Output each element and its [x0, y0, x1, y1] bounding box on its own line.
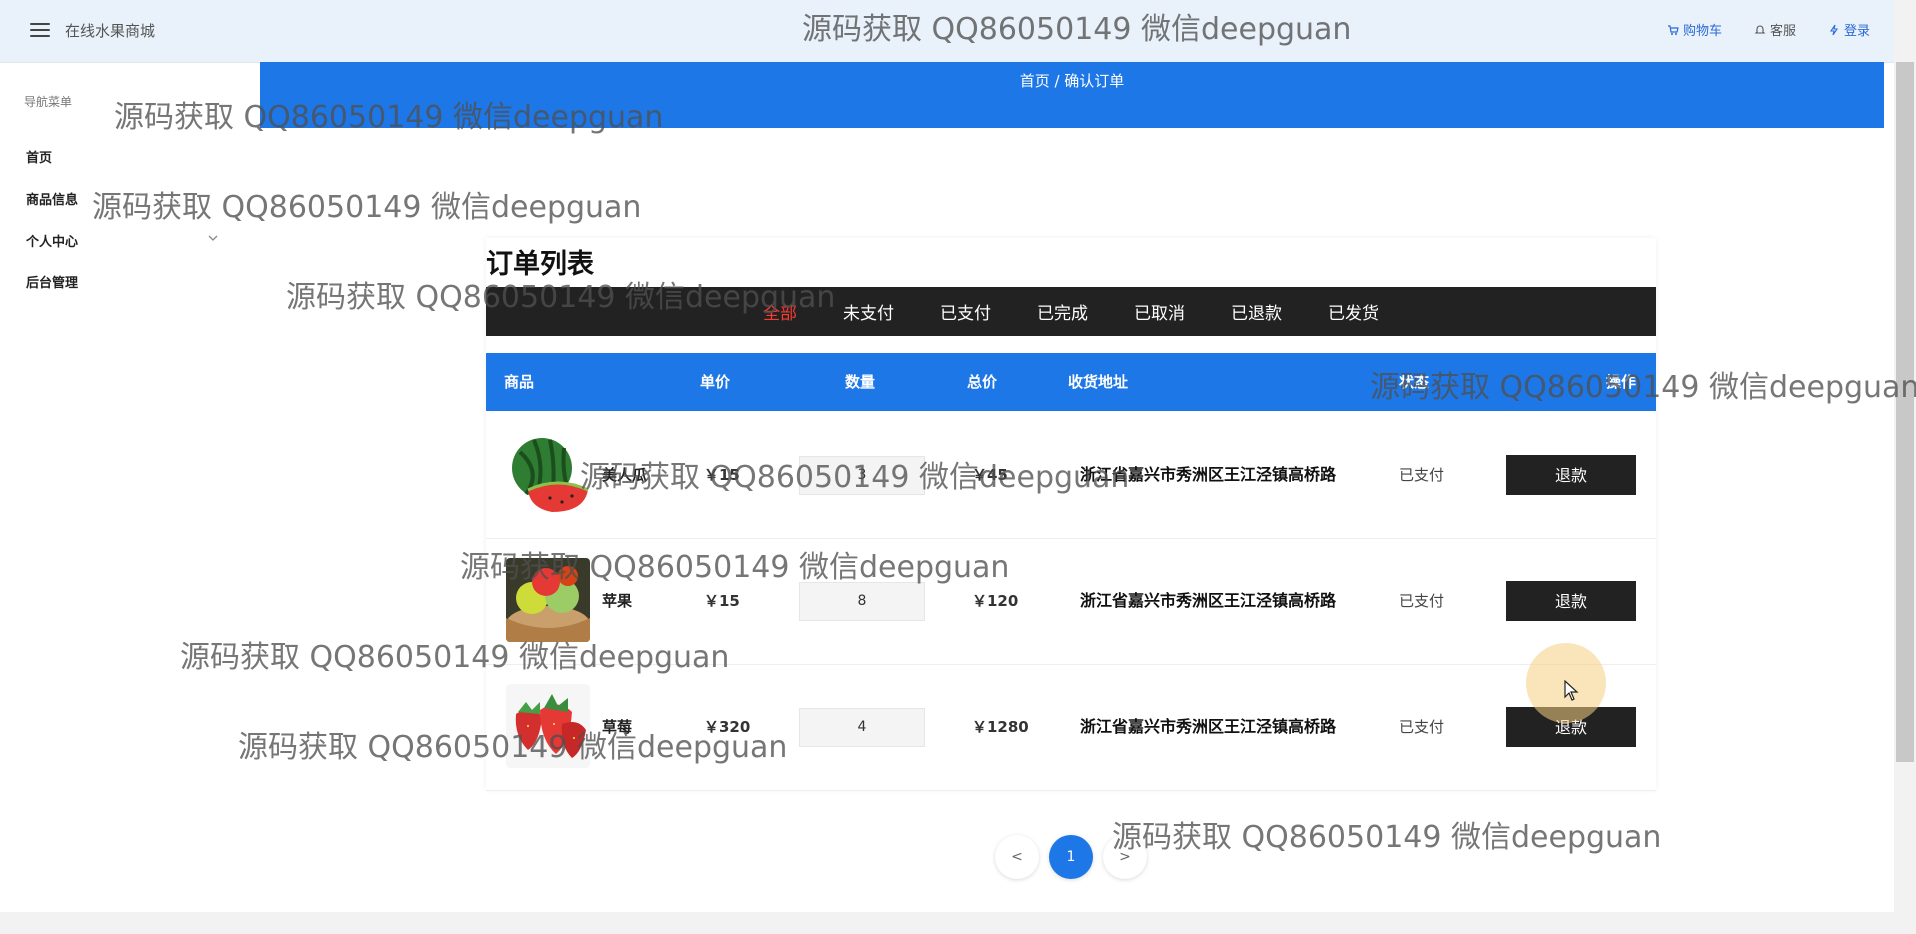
service-link-label: 客服 [1769, 24, 1796, 39]
service-link[interactable]: 客服 [1754, 20, 1796, 39]
login-link-label: 登录 [1843, 24, 1870, 39]
total-price: ￥1280 [972, 718, 1029, 736]
cart-link[interactable]: 购物车 [1667, 20, 1722, 39]
column-header-product: 商品 [504, 373, 535, 391]
top-links: 购物车 客服 登录 [1667, 20, 1870, 39]
order-status: 已支付 [1399, 466, 1445, 484]
tab-shipped[interactable]: 已发货 [1305, 299, 1402, 324]
mouse-pointer-icon [1564, 680, 1579, 701]
app-title: 在线水果商城 [65, 22, 156, 40]
order-status: 已支付 [1399, 718, 1445, 736]
login-link[interactable]: 登录 [1828, 20, 1870, 39]
refund-button[interactable]: 退款 [1506, 455, 1636, 495]
watermark: 源码获取 QQ86050149 微信deepguan [114, 100, 664, 135]
watermark: 源码获取 QQ86050149 微信deepguan [238, 730, 788, 765]
lightning-icon [1829, 24, 1839, 35]
watermark: 源码获取 QQ86050149 微信deepguan [802, 12, 1352, 47]
current-page-button[interactable]: 1 [1049, 835, 1093, 879]
column-header-quantity: 数量 [845, 373, 876, 391]
watermark: 源码获取 QQ86050149 微信deepguan [286, 280, 836, 315]
prev-page-button[interactable]: < [995, 835, 1039, 879]
bell-icon [1754, 25, 1766, 34]
order-status: 已支付 [1399, 592, 1445, 610]
cart-icon [1667, 24, 1679, 35]
column-header-total: 总价 [967, 373, 998, 391]
watermark: 源码获取 QQ86050149 微信deepguan [1370, 370, 1916, 405]
column-header-price: 单价 [700, 373, 731, 391]
refund-button[interactable]: 退款 [1506, 581, 1636, 621]
cart-link-label: 购物车 [1682, 24, 1722, 39]
quantity-field[interactable]: 4 [799, 708, 925, 747]
column-header-address: 收货地址 [1068, 373, 1129, 391]
watermelon-image [506, 432, 590, 516]
hamburger-menu-icon[interactable] [30, 23, 50, 39]
sidebar-header: 导航菜单 [24, 95, 73, 109]
sidebar-item-home[interactable]: 首页 [26, 147, 52, 166]
tab-completed[interactable]: 已完成 [1014, 299, 1111, 324]
quantity-field[interactable]: 8 [799, 582, 925, 621]
sidebar-item-personal-center[interactable]: 个人中心 [26, 231, 78, 250]
shipping-address: 浙江省嘉兴市秀洲区王江泾镇高桥路 [1080, 591, 1337, 610]
watermark: 源码获取 QQ86050149 微信deepguan [180, 640, 730, 675]
vertical-scrollbar-thumb[interactable] [1896, 62, 1914, 762]
watermark: 源码获取 QQ86050149 微信deepguan [580, 460, 1130, 495]
tab-refunded[interactable]: 已退款 [1208, 299, 1305, 324]
sidebar-item-admin[interactable]: 后台管理 [26, 272, 78, 291]
horizontal-scrollbar[interactable] [0, 912, 1916, 934]
tab-paid[interactable]: 已支付 [917, 299, 1014, 324]
watermark: 源码获取 QQ86050149 微信deepguan [460, 550, 1010, 585]
shipping-address: 浙江省嘉兴市秀洲区王江泾镇高桥路 [1080, 717, 1337, 736]
tab-cancelled[interactable]: 已取消 [1111, 299, 1208, 324]
watermark: 源码获取 QQ86050149 微信deepguan [92, 190, 642, 225]
watermark: 源码获取 QQ86050149 微信deepguan [1112, 820, 1662, 855]
orders-card: 订单列表 全部 未支付 已支付 已完成 已取消 已退款 已发货 商品 单价 数量… [486, 238, 1656, 791]
chevron-down-icon[interactable] [208, 233, 218, 243]
sidebar-item-products[interactable]: 商品信息 [26, 189, 78, 208]
